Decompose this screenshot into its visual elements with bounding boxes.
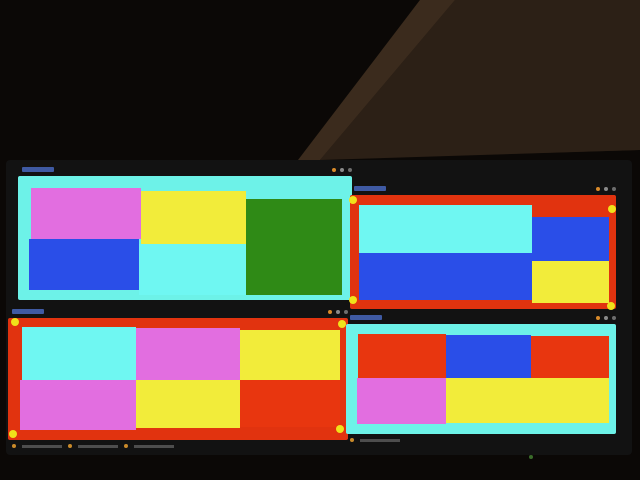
window-tab[interactable] xyxy=(22,167,54,172)
window-button-icon[interactable] xyxy=(596,315,600,320)
window-button-icon[interactable] xyxy=(604,315,608,320)
window-top-right[interactable] xyxy=(349,186,616,310)
window-tab[interactable] xyxy=(12,309,44,314)
resize-handle-icon[interactable] xyxy=(607,302,615,310)
resize-handle-icon[interactable] xyxy=(349,196,357,204)
window-button-icon[interactable] xyxy=(596,186,600,191)
color-cell-yellow xyxy=(240,330,340,380)
window-tab[interactable] xyxy=(354,186,386,191)
color-cell-cyan xyxy=(22,327,136,380)
status-bar-segment xyxy=(134,444,174,448)
color-cell-magenta xyxy=(20,380,136,430)
window-titlebar[interactable] xyxy=(18,165,352,174)
status-dot-icon xyxy=(124,444,128,448)
resize-handle-icon[interactable] xyxy=(11,318,19,326)
color-cell-yellow xyxy=(136,380,240,428)
window-button-icon[interactable] xyxy=(332,167,336,172)
color-cell-red xyxy=(240,380,340,427)
window-button-icon[interactable] xyxy=(340,167,344,172)
color-cell-yellow xyxy=(532,261,609,303)
color-cell-green xyxy=(246,199,342,295)
window-bottom-right[interactable] xyxy=(346,315,616,442)
color-cell-yellow xyxy=(446,378,609,423)
window-button-icon[interactable] xyxy=(336,309,340,314)
color-cell-magenta xyxy=(31,188,141,239)
window-titlebar[interactable] xyxy=(8,307,348,316)
status-bar-segment xyxy=(78,444,118,448)
color-cell-cyan xyxy=(139,244,246,295)
color-cell-magenta xyxy=(136,328,240,380)
window-button-icon[interactable] xyxy=(328,309,332,314)
window-button-icon[interactable] xyxy=(604,186,608,191)
window-button-icon[interactable] xyxy=(612,315,616,320)
resize-handle-icon[interactable] xyxy=(338,320,346,328)
color-cell-yellow xyxy=(141,191,246,244)
status-bar-segment xyxy=(360,438,400,442)
status-dot-icon xyxy=(12,444,16,448)
window-tab[interactable] xyxy=(350,315,382,320)
color-cell-magenta xyxy=(357,378,446,424)
color-cell-red xyxy=(531,336,609,378)
window-bottom-left[interactable] xyxy=(8,309,348,448)
window-statusbar xyxy=(8,442,348,450)
status-dot-icon xyxy=(350,438,354,442)
window-button-icon[interactable] xyxy=(612,186,616,191)
status-dot-icon xyxy=(68,444,72,448)
resize-handle-icon[interactable] xyxy=(336,425,344,433)
window-button-icon[interactable] xyxy=(348,167,352,172)
window-top-left[interactable] xyxy=(18,167,352,300)
color-cell-blue xyxy=(359,253,532,300)
power-led-icon xyxy=(529,455,533,459)
status-bar-segment xyxy=(22,444,62,448)
color-cell-cyan xyxy=(359,205,532,253)
resize-handle-icon[interactable] xyxy=(608,205,616,213)
color-cell-blue xyxy=(29,239,139,290)
resize-handle-icon[interactable] xyxy=(349,296,357,304)
color-cell-red xyxy=(358,334,446,378)
color-cell-blue xyxy=(446,335,531,378)
resize-handle-icon[interactable] xyxy=(9,430,17,438)
window-statusbar xyxy=(346,436,616,444)
window-titlebar[interactable] xyxy=(346,313,616,322)
window-titlebar[interactable] xyxy=(350,184,616,193)
color-cell-blue xyxy=(532,217,609,261)
